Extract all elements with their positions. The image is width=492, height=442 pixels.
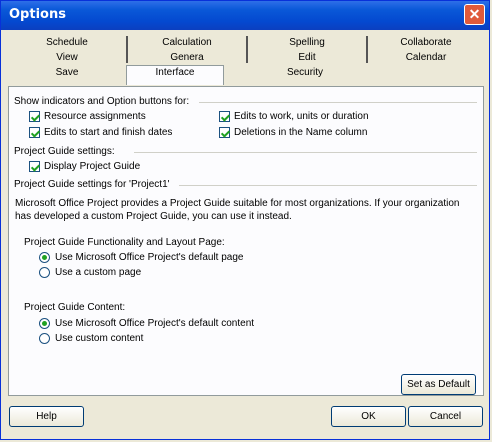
checkbox-box[interactable]: [29, 111, 40, 122]
title-bar: Options ✕: [1, 1, 489, 30]
options-dialog: Options ✕ Schedule Calculation Spelling …: [0, 0, 490, 440]
checkbox-label: Edits to work, units or duration: [234, 111, 369, 122]
divider: [179, 185, 477, 186]
tab-collaborate[interactable]: Collaborate: [368, 36, 484, 50]
radio-button[interactable]: [39, 267, 50, 278]
checkbox-label: Deletions in the Name column: [234, 127, 368, 138]
divider: [134, 152, 477, 153]
set-as-default-button[interactable]: Set as Default: [401, 374, 476, 395]
tab-security[interactable]: Security: [226, 66, 384, 80]
radio-button[interactable]: [39, 252, 50, 263]
radio-button[interactable]: [39, 318, 50, 329]
tab-strip: Schedule Calculation Spelling Collaborat…: [8, 34, 484, 86]
tab-interface[interactable]: Interface: [126, 65, 224, 85]
window-title: Options: [9, 7, 66, 22]
radio-custom-page[interactable]: Use a custom page: [39, 267, 141, 278]
checkbox-label: Edits to start and finish dates: [44, 127, 173, 138]
radio-label: Use a custom page: [55, 267, 142, 278]
content-heading: Project Guide Content:: [24, 302, 126, 313]
tab-edit[interactable]: Edit: [248, 51, 366, 65]
close-button[interactable]: ✕: [464, 4, 485, 25]
guide-description: Microsoft Office Project provides a Proj…: [15, 197, 479, 223]
checkbox-deletions[interactable]: Deletions in the Name column: [219, 127, 367, 138]
guide-settings-heading: Project Guide settings:: [14, 146, 115, 157]
checkbox-box[interactable]: [219, 111, 230, 122]
tab-schedule[interactable]: Schedule: [8, 36, 126, 50]
divider: [199, 102, 477, 103]
radio-custom-content[interactable]: Use custom content: [39, 333, 143, 344]
checkbox-edits-work[interactable]: Edits to work, units or duration: [219, 111, 369, 122]
ok-button[interactable]: OK: [331, 406, 406, 427]
radio-label: Use Microsoft Office Project's default p…: [55, 252, 244, 263]
radio-label: Use Microsoft Office Project's default c…: [55, 318, 255, 329]
checkbox-resource-assignments[interactable]: Resource assignments: [29, 111, 146, 122]
tab-save[interactable]: Save: [8, 66, 126, 80]
cancel-button[interactable]: Cancel: [408, 406, 483, 427]
radio-default-page[interactable]: Use Microsoft Office Project's default p…: [39, 252, 243, 263]
tab-separator: [126, 36, 128, 63]
checkbox-edits-dates[interactable]: Edits to start and finish dates: [29, 127, 172, 138]
indicators-heading: Show indicators and Option buttons for:: [14, 96, 190, 107]
checkbox-label: Display Project Guide: [44, 161, 141, 172]
checkbox-display-project-guide[interactable]: Display Project Guide: [29, 161, 140, 172]
description-line: Microsoft Office Project provides a Proj…: [15, 198, 460, 209]
tab-calculation[interactable]: Calculation: [128, 36, 246, 50]
description-line: has developed a custom Project Guide, yo…: [15, 211, 292, 222]
tab-view[interactable]: View: [8, 51, 126, 65]
help-button[interactable]: Help: [9, 406, 84, 427]
tab-spelling[interactable]: Spelling: [248, 36, 366, 50]
checkbox-label: Resource assignments: [44, 111, 146, 122]
checkbox-box[interactable]: [29, 127, 40, 138]
checkbox-box[interactable]: [219, 127, 230, 138]
guide-project-heading: Project Guide settings for 'Project1': [14, 179, 170, 190]
tab-general[interactable]: Genera: [128, 51, 246, 65]
tab-calendar[interactable]: Calendar: [368, 51, 484, 65]
tab-separator: [366, 36, 368, 63]
checkbox-box[interactable]: [29, 161, 40, 172]
tab-separator: [246, 36, 248, 63]
functionality-heading: Project Guide Functionality and Layout P…: [24, 237, 225, 248]
radio-default-content[interactable]: Use Microsoft Office Project's default c…: [39, 318, 254, 329]
radio-button[interactable]: [39, 333, 50, 344]
interface-panel: Show indicators and Option buttons for: …: [8, 86, 484, 396]
radio-label: Use custom content: [55, 333, 144, 344]
